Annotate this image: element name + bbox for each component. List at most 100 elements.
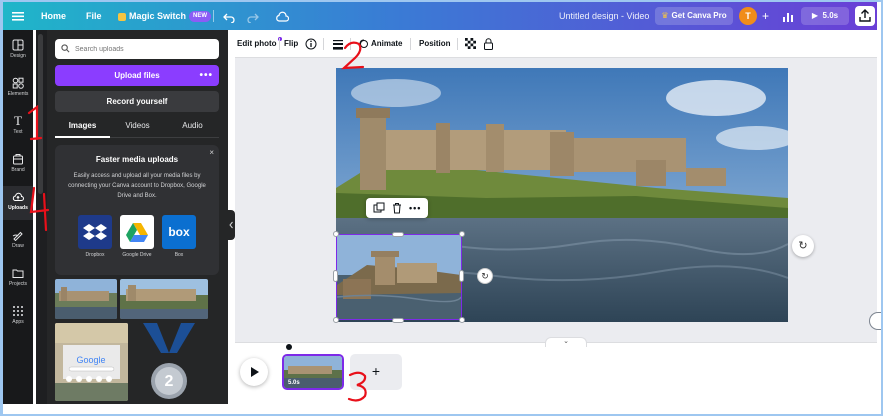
get-pro-label: Get Canva Pro xyxy=(671,11,727,20)
cloud-icon xyxy=(276,11,290,22)
service-label: Dropbox xyxy=(85,252,105,258)
help-icon[interactable] xyxy=(869,312,881,330)
avatar[interactable]: T xyxy=(739,7,757,25)
record-yourself-button[interactable]: Record yourself xyxy=(55,91,219,112)
uploaded-image[interactable]: Google xyxy=(55,323,128,401)
rail-item-text[interactable]: T Text xyxy=(3,110,33,144)
animate-button[interactable]: Animate xyxy=(359,30,403,58)
service-label: Google Drive xyxy=(122,252,152,258)
magic-switch-icon xyxy=(118,12,126,21)
more-options-icon[interactable]: ••• xyxy=(199,65,213,86)
design-icon xyxy=(12,39,24,51)
redo-button[interactable] xyxy=(247,2,259,30)
trash-icon[interactable] xyxy=(391,202,403,214)
add-page-button[interactable]: + xyxy=(350,354,402,390)
line-weight-icon xyxy=(333,39,343,50)
scrollbar-thumb[interactable] xyxy=(38,34,43,194)
resize-handle[interactable] xyxy=(459,317,465,323)
resize-handle[interactable] xyxy=(459,270,464,282)
promo-title: Faster media uploads xyxy=(95,155,179,164)
refresh-icon[interactable]: ↻ xyxy=(792,235,814,257)
rail-label: Design xyxy=(10,53,26,59)
box-icon: box xyxy=(162,215,196,249)
add-collaborator-button[interactable]: + xyxy=(762,2,769,30)
rail-item-projects[interactable]: Projects xyxy=(3,262,33,296)
search-icon xyxy=(61,44,70,53)
fortress-photo xyxy=(120,279,208,319)
timeline-play-button[interactable] xyxy=(240,358,268,386)
divider xyxy=(410,38,411,50)
text-icon: T xyxy=(14,113,22,128)
folder-icon xyxy=(12,269,24,278)
animate-icon xyxy=(359,39,368,48)
bar-chart-icon xyxy=(783,12,793,22)
present-button[interactable]: ▶ 5.0s xyxy=(801,7,849,25)
rail-item-draw[interactable]: Draw xyxy=(3,224,33,258)
transparency-button[interactable] xyxy=(465,30,476,58)
get-canva-pro-button[interactable]: ♛ Get Canva Pro xyxy=(655,7,733,25)
chevron-down-icon[interactable]: ⌄ xyxy=(545,337,587,347)
redo-icon xyxy=(247,13,259,24)
screenshot-thumbnail: Google xyxy=(55,323,128,401)
cloud-save-button[interactable] xyxy=(275,2,290,30)
line-weight-button[interactable] xyxy=(332,30,344,58)
resize-handle[interactable] xyxy=(333,270,338,282)
rail-label: Projects xyxy=(8,281,28,287)
rail-item-uploads[interactable]: Uploads xyxy=(3,186,33,220)
promo-text: Easily access and upload all your media … xyxy=(68,173,206,199)
timeline-clip[interactable]: 5.0s xyxy=(282,354,344,390)
rail-item-elements[interactable]: Elements xyxy=(3,72,33,106)
left-rail: Design Elements T Text Brand Uploads Dra… xyxy=(3,30,33,404)
resize-handle[interactable] xyxy=(392,232,404,237)
duplicate-icon[interactable] xyxy=(373,202,385,214)
more-options-icon[interactable]: ••• xyxy=(409,202,421,214)
top-bar: Home File Magic Switch NEW Untitled desig… xyxy=(3,2,877,30)
uploaded-image[interactable] xyxy=(55,279,117,319)
google-drive-connect[interactable]: Google Drive xyxy=(119,215,155,258)
rail-item-design[interactable]: Design xyxy=(3,34,33,68)
draw-icon xyxy=(12,231,23,241)
rail-item-brand[interactable]: Brand xyxy=(3,148,33,182)
insights-button[interactable] xyxy=(782,2,794,30)
box-connect[interactable]: box Box xyxy=(161,215,197,258)
dropbox-connect[interactable]: Dropbox xyxy=(77,215,113,258)
lock-button[interactable] xyxy=(483,30,494,58)
uploaded-image[interactable] xyxy=(120,279,208,319)
rotate-icon[interactable]: ↻ xyxy=(477,268,493,284)
rail-item-apps[interactable]: Apps xyxy=(3,300,33,334)
file-menu[interactable]: File xyxy=(86,2,102,30)
uploads-panel: Upload files ••• Record yourself Images … xyxy=(47,30,228,404)
rail-scrollbar[interactable] xyxy=(36,30,47,404)
rail-label: Elements xyxy=(7,91,29,97)
flip-button[interactable]: Flip xyxy=(284,30,298,58)
new-badge: NEW xyxy=(189,11,212,23)
share-button[interactable] xyxy=(855,6,875,26)
search-input[interactable] xyxy=(75,42,213,56)
document-title[interactable]: Untitled design - Video xyxy=(559,2,649,30)
crown-icon: ♛ xyxy=(661,11,669,20)
playhead-marker[interactable] xyxy=(286,344,292,350)
tab-videos[interactable]: Videos xyxy=(110,116,165,138)
resize-handle[interactable] xyxy=(333,317,339,323)
tab-audio[interactable]: Audio xyxy=(165,116,220,138)
selected-image-element[interactable] xyxy=(336,234,462,320)
uploaded-image[interactable]: 2 xyxy=(139,323,199,401)
tab-images[interactable]: Images xyxy=(55,116,110,138)
menu-icon[interactable] xyxy=(11,9,25,23)
resize-handle[interactable] xyxy=(459,231,465,237)
edit-photo-button[interactable]: Edit photo xyxy=(237,30,277,58)
rail-label: Uploads xyxy=(8,205,28,211)
resize-handle[interactable] xyxy=(333,231,339,237)
info-button[interactable] xyxy=(305,30,317,58)
undo-button[interactable] xyxy=(223,2,235,30)
magic-switch-label: Magic Switch xyxy=(129,11,187,21)
magic-switch-button[interactable]: Magic Switch NEW xyxy=(118,2,212,30)
position-button[interactable]: Position xyxy=(419,30,451,58)
upload-files-button[interactable]: Upload files ••• xyxy=(55,65,219,86)
panel-collapse-button[interactable] xyxy=(228,210,235,240)
fortress-photo xyxy=(55,279,117,319)
brand-icon xyxy=(13,154,23,165)
search-box[interactable] xyxy=(55,39,219,59)
resize-handle[interactable] xyxy=(392,318,404,323)
home-button[interactable]: Home xyxy=(41,2,66,30)
